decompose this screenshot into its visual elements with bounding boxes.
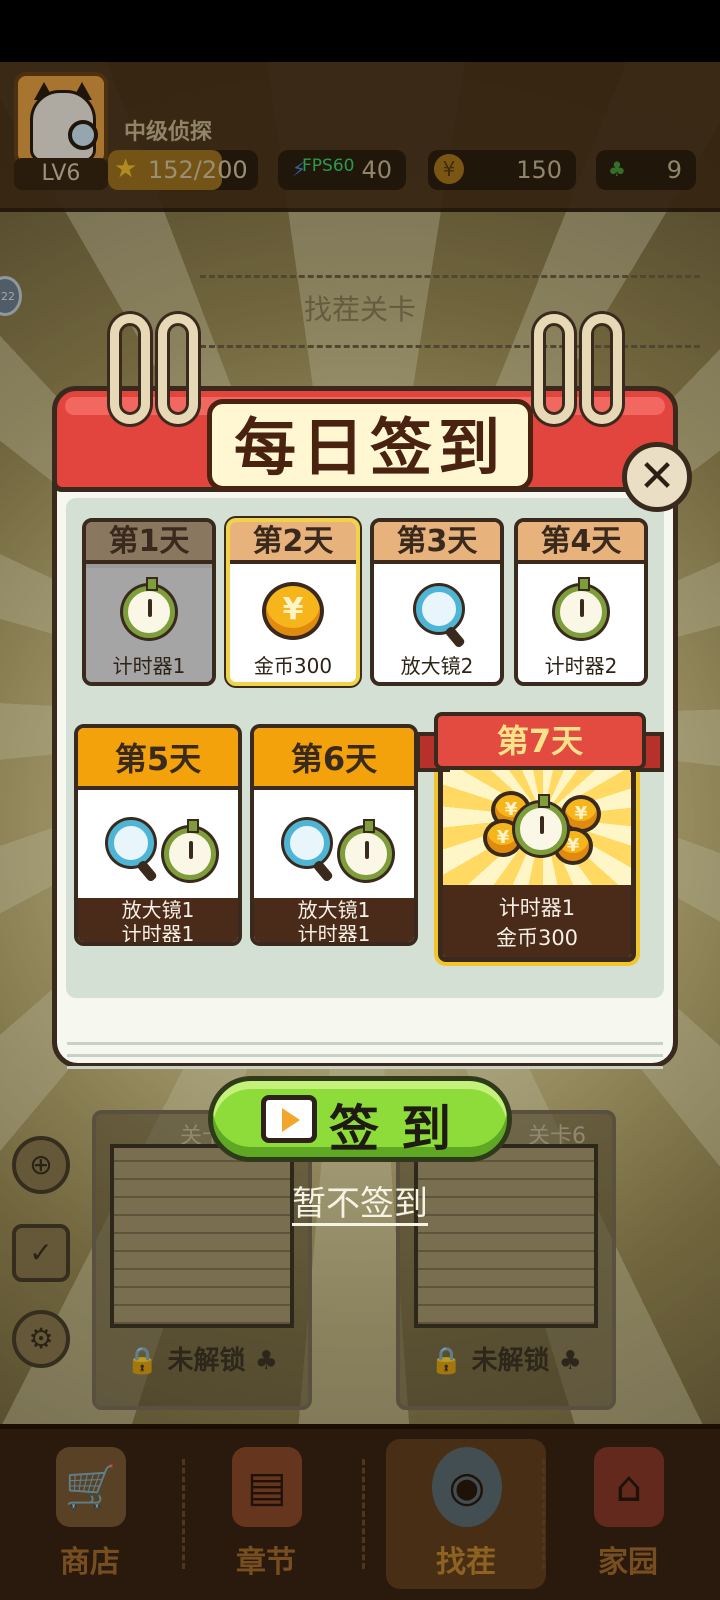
day-card-6[interactable]: 第6天 放大镜1 计时器1	[250, 724, 418, 946]
dialog-title: 每日签到	[233, 411, 506, 484]
day-card-5[interactable]: 第5天 放大镜1 计时器1	[74, 724, 242, 946]
day-card-4[interactable]: 第4天 计时器2	[514, 518, 648, 686]
magnifier-icon	[416, 586, 462, 632]
reward-label: 金币300	[253, 654, 333, 678]
timer-icon	[555, 577, 607, 638]
sign-in-button[interactable]: 签到	[208, 1076, 512, 1162]
day-label: 第2天	[230, 522, 356, 564]
coin-icon: ¥	[262, 582, 324, 640]
timer-icon	[123, 577, 175, 638]
video-ad-icon	[261, 1095, 317, 1143]
reward-label: 放大镜1 计时器1	[254, 898, 414, 942]
day-label: 第6天	[254, 728, 414, 790]
sign-in-label: 签到	[329, 1100, 473, 1158]
reward-label: 放大镜1 计时器1	[78, 898, 238, 942]
day-label: 第4天	[518, 522, 644, 564]
day-card-7[interactable]: ¥ ¥ ¥ ¥ 计时器1 金币300	[438, 752, 636, 962]
day-card-2[interactable]: 第2天 ¥ 金币300	[226, 518, 360, 686]
reward-label: 计时器1	[112, 654, 186, 678]
reward-label: 放大镜2	[400, 654, 474, 678]
day-card-3[interactable]: 第3天 放大镜2	[370, 518, 504, 686]
reward-label: 计时器1 金币300	[443, 885, 631, 957]
close-icon: ✕	[638, 451, 676, 502]
magnifier-icon	[108, 820, 154, 866]
skip-sign-in-link[interactable]: 暂不签到	[240, 1176, 480, 1225]
day-7-ribbon: 第7天	[434, 712, 646, 770]
timer-icon	[340, 819, 392, 880]
timer-icon	[515, 794, 567, 855]
day-label: 第5天	[78, 728, 238, 790]
binder-ring	[582, 314, 622, 424]
day-card-1[interactable]: 第1天 计时器1	[82, 518, 216, 686]
reward-label: 计时器2	[544, 654, 618, 678]
day-label: 第3天	[374, 522, 500, 564]
binder-ring	[158, 314, 198, 424]
binder-ring	[110, 314, 150, 424]
binder-ring	[534, 314, 574, 424]
day-label: 第1天	[86, 522, 212, 564]
timer-icon	[164, 819, 216, 880]
close-button[interactable]: ✕	[622, 442, 692, 512]
magnifier-icon	[284, 820, 330, 866]
